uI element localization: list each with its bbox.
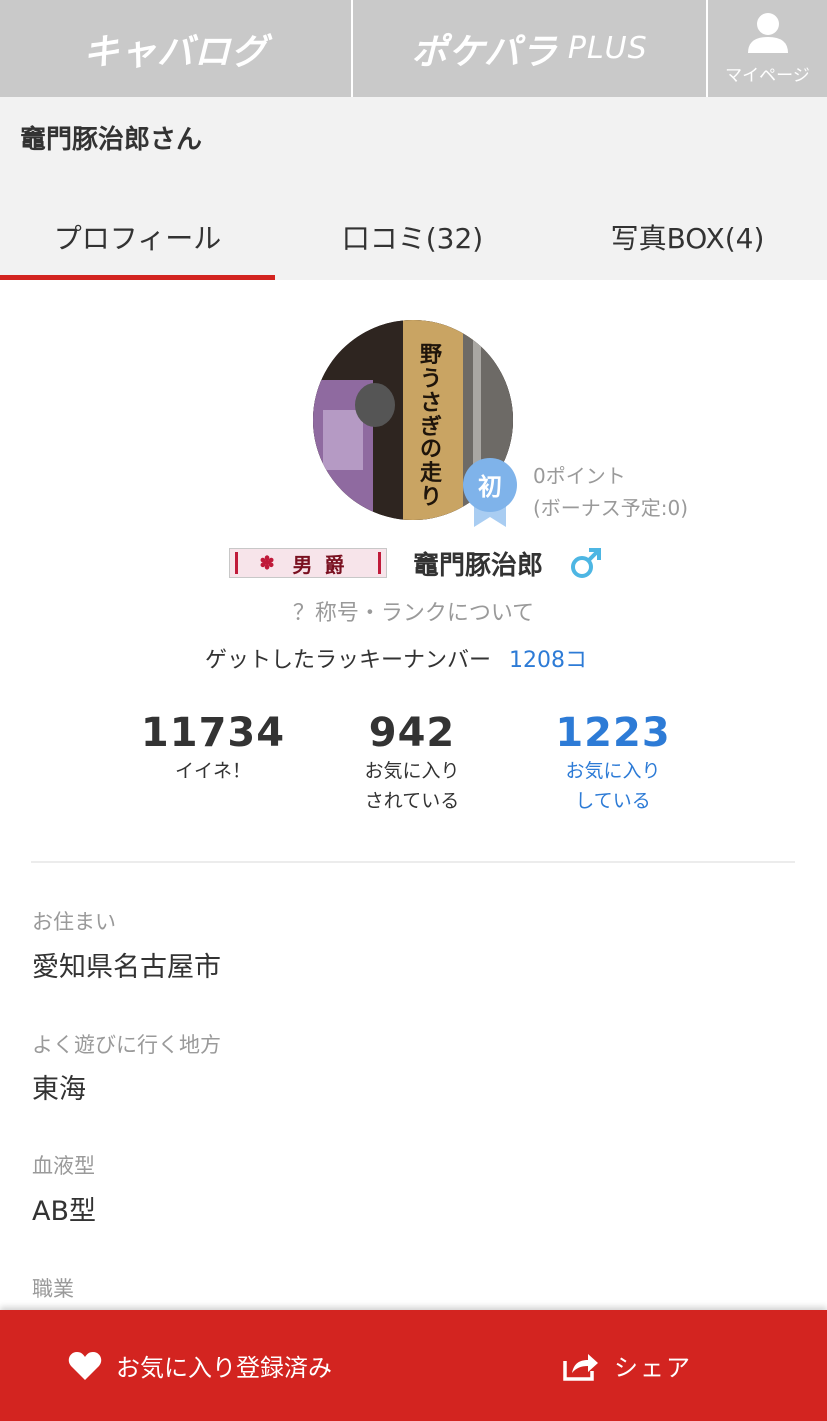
stat-value: 942 <box>368 710 456 756</box>
points-info: 0ポイント (ボーナス予定:0) <box>533 460 688 524</box>
field-label-region: よく遊びに行く地方 <box>32 1033 221 1057</box>
stat-label: されている <box>364 790 460 812</box>
field-label-blood-type: 血液型 <box>32 1154 95 1178</box>
stat-label: イイネ！ <box>174 760 251 782</box>
bonus-value: (ボーナス予定:0) <box>533 496 689 520</box>
svg-text:う: う <box>420 366 442 392</box>
stat-favoriting[interactable]: 1223 お気に入り している <box>513 710 713 816</box>
field-label-occupation: 職業 <box>32 1277 74 1301</box>
svg-text:さ: さ <box>420 390 442 416</box>
svg-text:の: の <box>420 436 442 462</box>
svg-text:野: 野 <box>420 342 442 368</box>
section-divider <box>31 861 795 863</box>
tab-reviews[interactable]: 口コミ(32) <box>275 193 550 280</box>
stat-label: お気に入り <box>364 760 460 782</box>
active-tab-indicator <box>0 275 275 280</box>
lucky-number-value[interactable]: 1208コ <box>509 648 587 673</box>
rank-bar <box>235 552 238 574</box>
stat-value: 1223 <box>555 710 671 756</box>
user-icon <box>747 13 788 53</box>
nav-pokepara-logo[interactable]: ポケパラ PLUS <box>353 0 706 97</box>
tab-label: 写真BOX(4) <box>610 221 765 255</box>
profile-header: 竈門豚治郎さん プロフィール 口コミ(32) 写真BOX(4) <box>0 97 827 280</box>
stat-likes: 11734 イイネ！ <box>113 710 313 786</box>
share-label: シェア <box>614 1354 692 1382</box>
stat-value: 11734 <box>140 710 286 756</box>
page-title: 竈門豚治郎さん <box>20 125 203 155</box>
cabalog-logo-text: キャバログ <box>82 31 268 73</box>
share-button[interactable]: シェア <box>562 1310 692 1421</box>
nav-cabalog-logo[interactable]: キャバログ <box>0 0 351 97</box>
pokepara-plus-text: PLUS <box>567 31 648 66</box>
rank-emblem-icon: ✽ <box>259 552 275 574</box>
favorite-button[interactable]: お気に入り登録済み <box>68 1310 332 1421</box>
male-icon <box>571 548 601 578</box>
pokepara-logo-text: ポケパラ <box>411 31 558 73</box>
field-value-residence: 愛知県名古屋市 <box>32 952 221 983</box>
lucky-number-label: ゲットしたラッキーナンバー <box>205 648 492 673</box>
display-name: 竈門豚治郎 <box>413 551 544 581</box>
avatar-label-text: 野 う さ ぎ の 走 り <box>420 342 442 510</box>
tab-label: 口コミ(32) <box>341 221 484 255</box>
field-value-region: 東海 <box>32 1074 86 1105</box>
rank-badge: ✽ 男爵 <box>229 548 387 578</box>
bottom-action-bar: お気に入り登録済み シェア <box>0 1310 827 1421</box>
svg-text:り: り <box>420 484 442 510</box>
tab-photo-box[interactable]: 写真BOX(4) <box>550 193 825 280</box>
top-nav: キャバログ ポケパラ PLUS マイページ <box>0 0 827 97</box>
first-badge-icon: 初 <box>463 458 517 527</box>
badge-text: 初 <box>478 473 502 501</box>
heart-icon <box>68 1351 102 1380</box>
stat-label: している <box>575 790 651 812</box>
share-icon <box>563 1353 598 1381</box>
rank-help-link[interactable]: ？称号・ランクについて <box>0 595 827 627</box>
svg-text:走: 走 <box>420 460 442 486</box>
tab-profile[interactable]: プロフィール <box>0 193 275 280</box>
stat-favorited-by[interactable]: 942 お気に入り されている <box>312 710 512 816</box>
rank-bar <box>378 552 381 574</box>
tab-label: プロフィール <box>53 221 222 255</box>
favorite-label: お気に入り登録済み <box>116 1354 332 1382</box>
field-value-blood-type: AB型 <box>32 1196 96 1227</box>
stat-label: お気に入り <box>565 760 661 782</box>
points-value: 0ポイント <box>533 464 626 488</box>
rank-text: 男爵 <box>292 552 357 577</box>
lucky-number-row: ゲットしたラッキーナンバー 1208コ <box>205 642 587 674</box>
mypage-button[interactable]: マイページ <box>708 0 827 97</box>
field-label-residence: お住まい <box>32 910 116 934</box>
mypage-label: マイページ <box>725 66 810 86</box>
